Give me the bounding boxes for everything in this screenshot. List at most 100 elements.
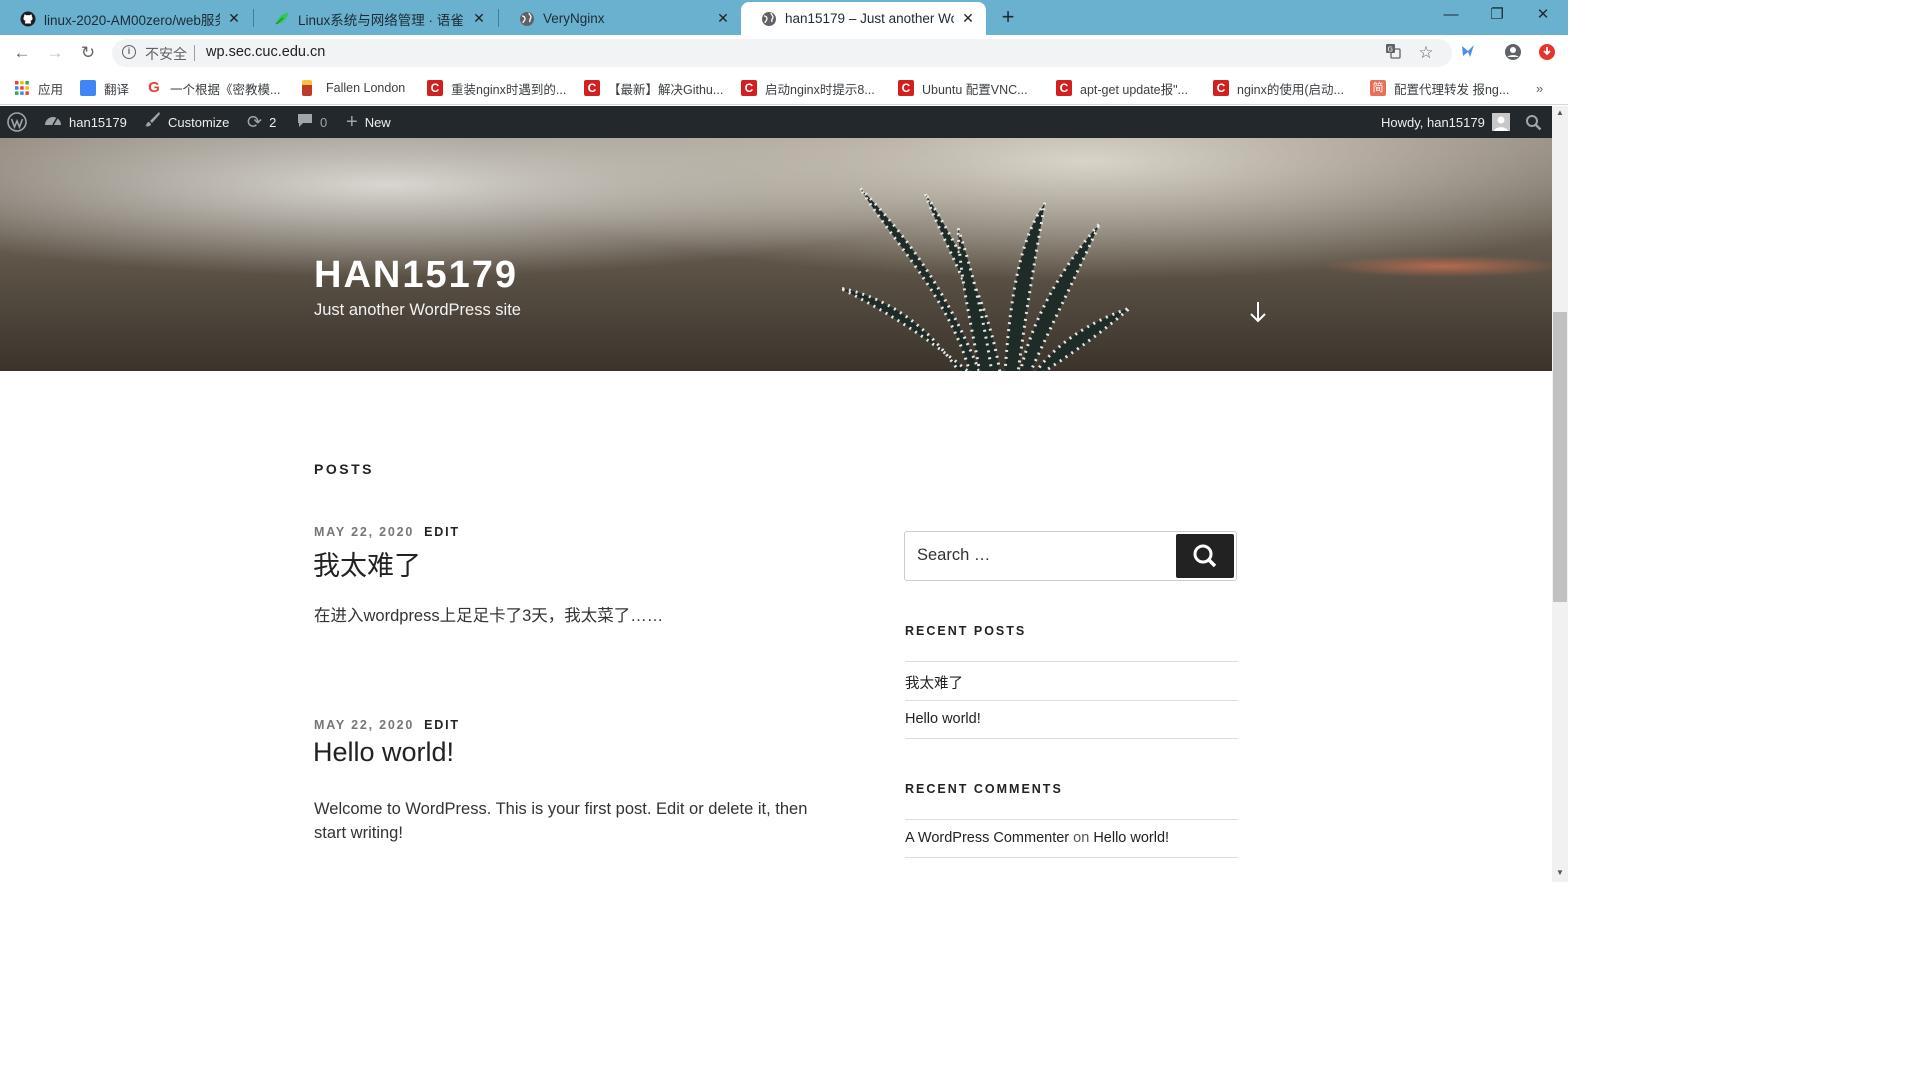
window-close-button[interactable]: ✕ bbox=[1520, 0, 1566, 32]
brush-icon bbox=[144, 111, 161, 133]
post-meta: MAY 22, 2020 EDIT bbox=[314, 525, 460, 539]
edit-link[interactable]: EDIT bbox=[424, 525, 460, 539]
header-image: HAN15179 Just another WordPress site bbox=[0, 138, 1552, 371]
profile-icon[interactable] bbox=[1503, 43, 1523, 63]
back-button[interactable]: ← bbox=[10, 41, 34, 65]
apps-grid-icon bbox=[15, 81, 29, 95]
bookmark-item[interactable]: C Ubuntu 配置VNC... bbox=[898, 78, 1028, 98]
bookmark-item[interactable]: C 重装nginx时遇到的... bbox=[427, 78, 566, 98]
dashboard-icon bbox=[44, 112, 62, 133]
new-label: New bbox=[364, 114, 391, 130]
scroll-down-arrow[interactable]: ▼ bbox=[1552, 866, 1568, 880]
arrow-down-icon[interactable] bbox=[1249, 301, 1267, 329]
address-bar[interactable]: i 不安全 wp.sec.cuc.edu.cn bbox=[112, 39, 1452, 67]
updates-link[interactable]: ⟳ 2 bbox=[247, 106, 276, 138]
csdn-icon: C bbox=[898, 80, 914, 96]
my-account-link[interactable]: Howdy, han15179 bbox=[1381, 106, 1510, 138]
browser-tab-strip: linux-2020-AM00zero/web服务 ✕ Linux系统与网络管理… bbox=[0, 0, 1568, 35]
globe-icon bbox=[520, 11, 534, 26]
forward-button[interactable]: → bbox=[43, 41, 67, 65]
restore-button[interactable]: ❐ bbox=[1474, 0, 1520, 32]
bookmark-label: 一个根据《密教模... bbox=[170, 82, 281, 97]
plant-illustration bbox=[839, 186, 1131, 371]
bookmark-label: 配置代理转发 报ng... bbox=[1394, 82, 1510, 97]
tab-github[interactable]: linux-2020-AM00zero/web服务 ✕ bbox=[0, 2, 252, 35]
close-icon[interactable]: ✕ bbox=[471, 10, 487, 27]
translate-icon[interactable]: G bbox=[1383, 43, 1403, 63]
site-title[interactable]: HAN15179 bbox=[314, 254, 518, 297]
search-icon[interactable] bbox=[1525, 106, 1542, 138]
bookmark-translate[interactable]: 翻译 bbox=[80, 78, 129, 98]
list-item[interactable]: Hello world! bbox=[905, 700, 1238, 739]
scrollbar-thumb[interactable] bbox=[1553, 312, 1567, 602]
avatar bbox=[1491, 113, 1510, 131]
post-excerpt: Welcome to WordPress. This is your first… bbox=[314, 800, 808, 842]
tab-title: Linux系统与网络管理 · 语雀 bbox=[298, 12, 464, 28]
post-title[interactable]: 我太难了 bbox=[313, 544, 421, 583]
comments-link[interactable]: 0 bbox=[297, 106, 327, 138]
list-item[interactable]: 我太难了 bbox=[905, 661, 1238, 700]
tab-title: linux-2020-AM00zero/web服务 bbox=[44, 12, 220, 28]
yuque-icon bbox=[275, 12, 288, 24]
comment-post-link[interactable]: Hello world! bbox=[1093, 830, 1169, 846]
browser-toolbar: ← → ↻ i 不安全 wp.sec.cuc.edu.cn G ☆ bbox=[0, 35, 1568, 71]
tab-verynginx[interactable]: VeryNginx ✕ bbox=[499, 2, 741, 35]
comment-icon bbox=[297, 112, 313, 133]
reload-button[interactable]: ↻ bbox=[76, 41, 100, 65]
recent-comments-title: RECENT COMMENTS bbox=[905, 782, 1063, 796]
recent-comments-list: A WordPress Commenter on Hello world! bbox=[905, 819, 1238, 858]
scroll-up-arrow[interactable]: ▲ bbox=[1552, 106, 1568, 120]
csdn-icon: C bbox=[741, 80, 757, 96]
google-translate-icon bbox=[80, 80, 96, 96]
customize-label: Customize bbox=[168, 114, 230, 130]
close-icon[interactable]: ✕ bbox=[960, 10, 976, 27]
update-icon[interactable] bbox=[1537, 43, 1557, 63]
site-name-link[interactable]: han15179 bbox=[44, 106, 127, 138]
minimize-button[interactable]: — bbox=[1428, 0, 1474, 32]
post-title[interactable]: Hello world! bbox=[313, 737, 454, 768]
search-button[interactable] bbox=[1176, 534, 1234, 578]
bookmark-item[interactable]: G 一个根据《密教模... bbox=[146, 78, 280, 98]
post-date[interactable]: MAY 22, 2020 bbox=[314, 525, 414, 539]
bookmark-label: 启动nginx时提示8... bbox=[765, 82, 875, 97]
tab-title: VeryNginx bbox=[543, 11, 605, 26]
bookmarks-overflow-button[interactable]: » bbox=[1536, 81, 1543, 96]
csdn-icon: C bbox=[1213, 80, 1229, 96]
bookmark-label: 【最新】解决Githu... bbox=[608, 82, 724, 97]
posts-heading: POSTS bbox=[314, 461, 374, 477]
csdn-icon: C bbox=[427, 80, 443, 96]
tab-yuque[interactable]: Linux系统与网络管理 · 语雀 ✕ bbox=[254, 2, 497, 35]
scrollbar[interactable]: ▲ ▼ bbox=[1552, 106, 1568, 882]
comment-author[interactable]: A WordPress Commenter bbox=[905, 830, 1069, 846]
tab-han15179[interactable]: han15179 – Just another WordPress site ✕ bbox=[741, 2, 986, 35]
wordpress-logo-icon[interactable] bbox=[7, 106, 27, 138]
extension-icon[interactable] bbox=[1458, 43, 1478, 63]
security-label[interactable]: 不安全 bbox=[145, 44, 187, 64]
customize-link[interactable]: Customize bbox=[144, 106, 229, 138]
bookmark-item[interactable]: 简 配置代理转发 报ng... bbox=[1370, 78, 1509, 98]
bookmark-apps[interactable]: 应用 bbox=[14, 78, 63, 98]
bookmark-label: Ubuntu 配置VNC... bbox=[922, 82, 1028, 97]
url-text[interactable]: wp.sec.cuc.edu.cn bbox=[206, 44, 325, 60]
bookmark-item[interactable]: C apt-get update报"... bbox=[1056, 78, 1188, 98]
search-input[interactable]: Search … bbox=[917, 546, 990, 565]
search-icon bbox=[1193, 544, 1217, 568]
bookmark-label: Fallen London bbox=[326, 81, 406, 95]
bookmark-label: apt-get update报"... bbox=[1080, 82, 1188, 97]
bookmark-item[interactable]: C nginx的使用(启动... bbox=[1213, 78, 1344, 98]
info-icon[interactable]: i bbox=[122, 45, 136, 59]
close-icon[interactable]: ✕ bbox=[226, 10, 242, 27]
edit-link[interactable]: EDIT bbox=[424, 718, 460, 732]
bookmark-label: nginx的使用(启动... bbox=[1237, 82, 1344, 97]
page-viewport: HAN15179 Just another WordPress site POS… bbox=[0, 138, 1552, 882]
post-date[interactable]: MAY 22, 2020 bbox=[314, 718, 414, 732]
bookmark-item[interactable]: C 【最新】解决Githu... bbox=[584, 78, 723, 98]
plus-icon: + bbox=[346, 110, 358, 133]
close-icon[interactable]: ✕ bbox=[715, 10, 731, 27]
star-icon[interactable]: ☆ bbox=[1416, 43, 1436, 63]
bookmark-item[interactable]: Fallen London bbox=[302, 78, 405, 98]
bookmark-item[interactable]: C 启动nginx时提示8... bbox=[741, 78, 875, 98]
new-content-link[interactable]: + New bbox=[346, 106, 391, 138]
csdn-icon: C bbox=[584, 80, 600, 96]
new-tab-button[interactable]: + bbox=[996, 4, 1020, 30]
